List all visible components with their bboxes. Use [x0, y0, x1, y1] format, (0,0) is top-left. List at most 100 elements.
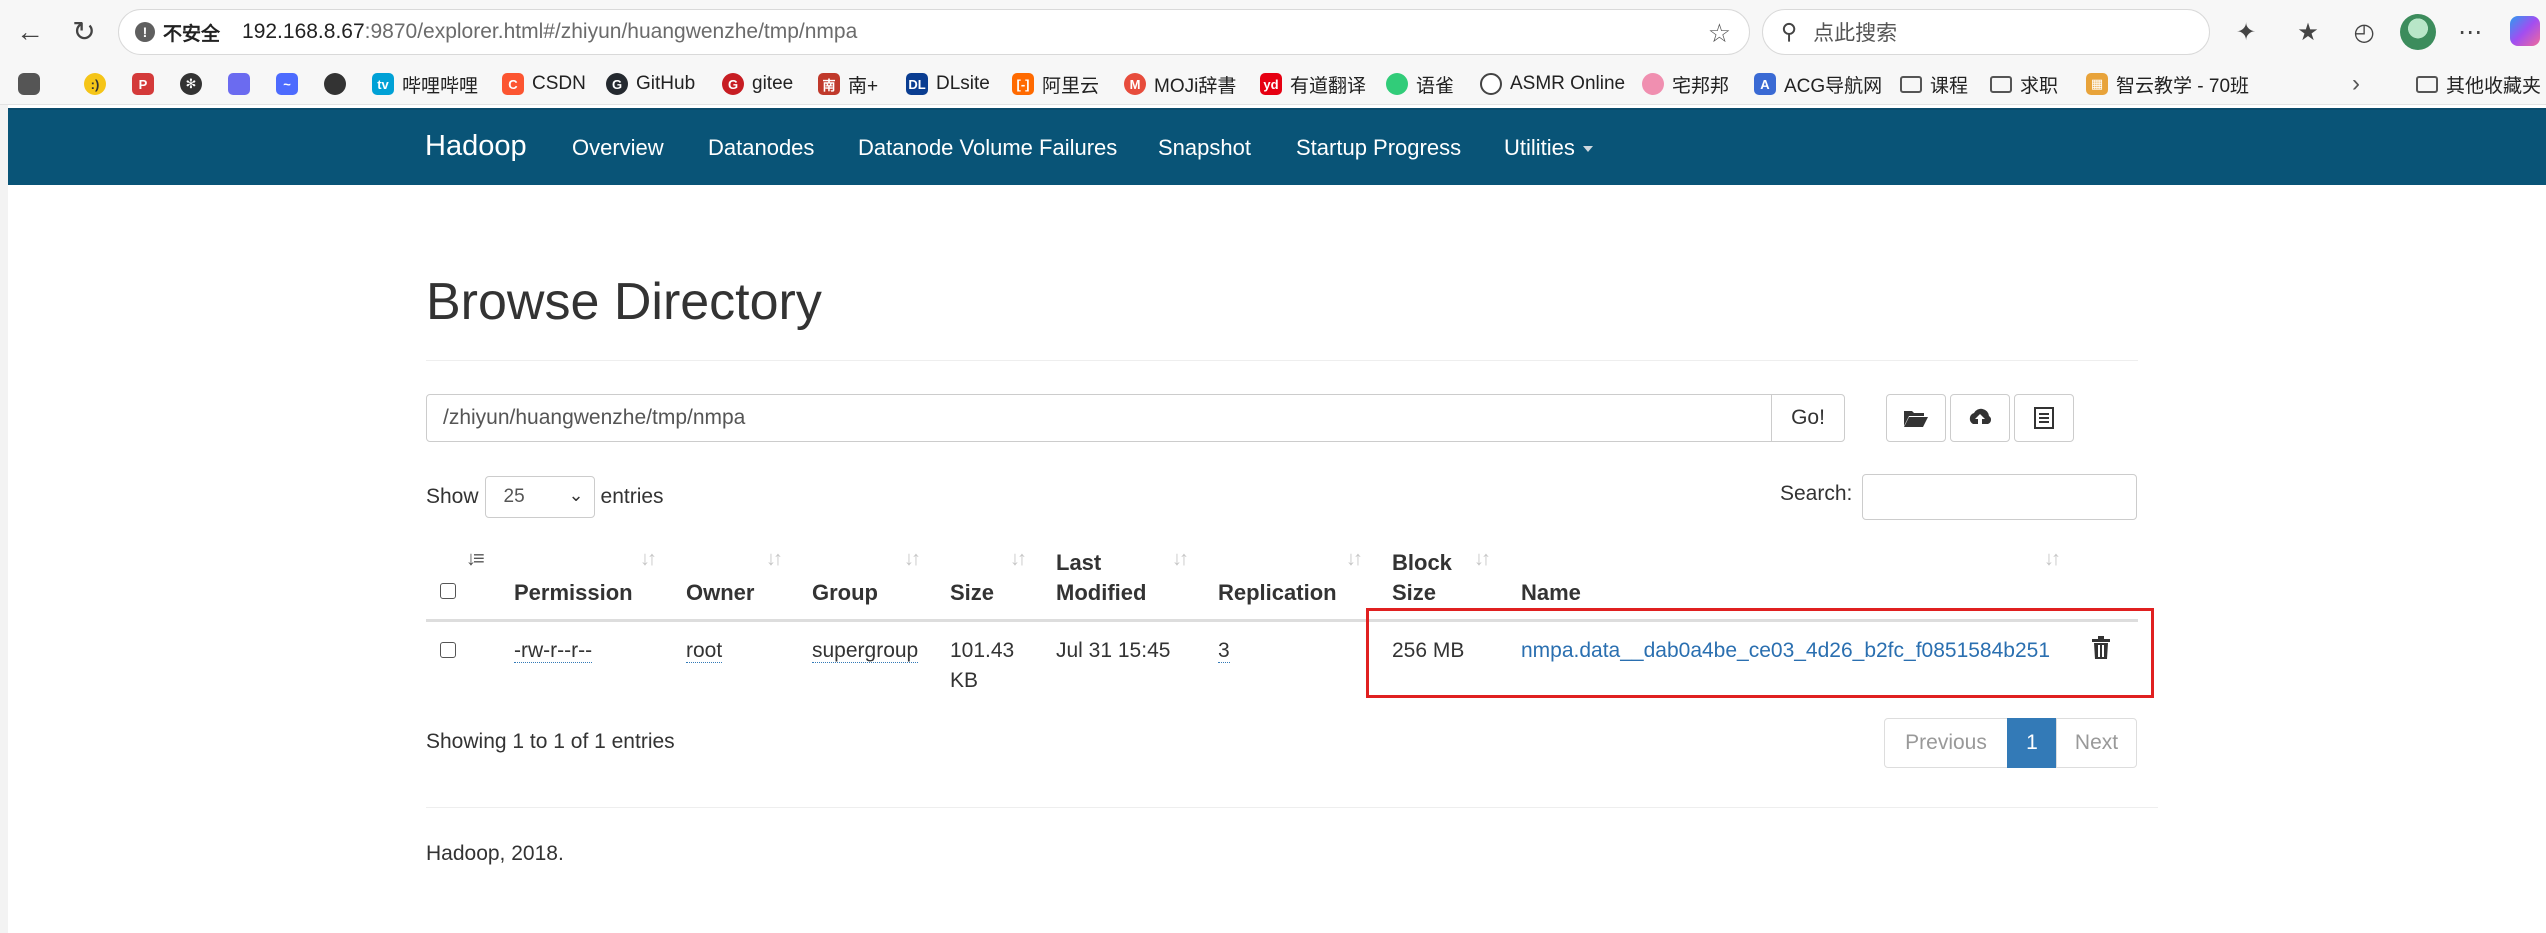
bookmark-folder-courses[interactable]: 课程 — [1900, 70, 1968, 98]
nav-datanodes[interactable]: Datanodes — [708, 135, 814, 161]
browser-search-input[interactable]: ⚲ 点此搜索 — [1762, 9, 2210, 55]
github-icon: G — [606, 73, 628, 95]
sort-icon[interactable]: ↓↑ — [1010, 548, 1027, 571]
page-length-select[interactable]: 25 ⌄ — [484, 476, 595, 518]
col-header-last-modified[interactable]: Last Modified — [1056, 548, 1156, 608]
navbar-brand[interactable]: Hadoop — [425, 130, 527, 163]
bookmark-csdn[interactable]: C CSDN — [502, 70, 586, 98]
cloud-upload-icon — [1969, 408, 1992, 426]
bookmark-youdao[interactable]: yd 有道翻译 — [1260, 70, 1366, 98]
table-search-label: Search: — [1780, 482, 1853, 505]
col-header-owner[interactable]: Owner — [686, 578, 754, 608]
highlight-box — [1366, 608, 2154, 698]
bookmarks-bar: :) P ✻ ~ tv 哔哩哔哩 C CSDN G GitHub Ggitee 南南+… — [0, 64, 2546, 105]
cell-replication[interactable]: 3 — [1218, 636, 1230, 666]
bookmark-zhaibangbang[interactable]: 宅邦邦 — [1642, 70, 1729, 98]
sort-icon[interactable]: ↓↑ — [2044, 548, 2061, 571]
bookmark-acg[interactable]: A ACG导航网 — [1754, 70, 1882, 98]
dropdown-caret-icon — [1582, 146, 1593, 153]
nav-snapshot[interactable]: Snapshot — [1158, 135, 1251, 161]
pagination-page-1[interactable]: 1 — [2007, 718, 2057, 768]
directory-path-input[interactable]: /zhiyun/huangwenzhe/tmp/nmpa — [426, 394, 1772, 442]
bookmark-gitee[interactable]: Ggitee — [722, 70, 793, 98]
more-menu-icon[interactable]: ⋯ — [2452, 14, 2488, 50]
cell-group[interactable]: supergroup — [812, 636, 919, 666]
bookmark-tab[interactable] — [18, 70, 48, 98]
sort-icon[interactable]: ↓↑ — [1346, 548, 1363, 571]
gitee-icon: G — [722, 73, 744, 95]
bookmark-zhiyun[interactable]: ▦ 智云教学 - 70班 — [2086, 70, 2249, 98]
sort-icon[interactable]: ↓↑ — [766, 548, 783, 571]
create-directory-button[interactable] — [1886, 394, 1946, 442]
address-bar[interactable]: ! 不安全 192.168.8.67:9870/explorer.html#/z… — [118, 9, 1750, 55]
col-header-permission[interactable]: Permission — [514, 578, 633, 608]
favorites-icon[interactable]: ★ — [2290, 14, 2326, 50]
col-header-block-size[interactable]: Block Size — [1392, 548, 1472, 608]
hadoop-navbar: Hadoop Overview Datanodes Datanode Volum… — [8, 108, 2546, 185]
bilibili-icon: tv — [372, 73, 394, 95]
warning-icon: ! — [135, 22, 155, 42]
nav-startup-progress[interactable]: Startup Progress — [1296, 135, 1461, 161]
row-select-checkbox[interactable] — [440, 642, 456, 658]
browser-toolbar: ← ↻ ! 不安全 192.168.8.67:9870/explorer.htm… — [0, 0, 2546, 65]
openai-icon: ✻ — [180, 73, 202, 95]
bookmark-asmr[interactable]: ASMR Online — [1480, 70, 1625, 98]
south-plus-icon: 南 — [818, 73, 840, 95]
zhaibangbang-icon — [1642, 73, 1664, 95]
extensions-icon[interactable]: ✦ — [2228, 14, 2264, 50]
page-left-edge — [0, 105, 8, 933]
bookmark-openai[interactable]: ✻ — [180, 70, 210, 98]
reload-icon[interactable]: ↻ — [64, 12, 104, 52]
favorite-star-icon[interactable]: ☆ — [1708, 18, 1731, 49]
bookmark-github-user[interactable] — [324, 70, 354, 98]
col-header-group[interactable]: Group — [812, 578, 878, 608]
moji-icon: M — [1124, 73, 1146, 95]
pagination-next[interactable]: Next — [2056, 718, 2137, 768]
history-icon[interactable]: ◴ — [2346, 14, 2382, 50]
bookmark-other-folder[interactable]: 其他收藏夹 — [2416, 70, 2541, 98]
cell-permission[interactable]: -rw-r--r-- — [514, 636, 593, 666]
bookmark-bilibili[interactable]: tv 哔哩哔哩 — [372, 70, 478, 98]
sort-icon[interactable]: ↓↑ — [1474, 548, 1491, 571]
table-search-input[interactable] — [1862, 474, 2137, 520]
sort-icon[interactable]: ↓↑ — [640, 548, 657, 571]
col-header-replication[interactable]: Replication — [1218, 578, 1337, 608]
sort-asc-icon[interactable]: ↓≡ — [466, 548, 485, 571]
bookmark-south-plus[interactable]: 南南+ — [818, 70, 878, 98]
bookmark-yuque[interactable]: 语雀 — [1386, 70, 1454, 98]
upload-files-button[interactable] — [1950, 394, 2010, 442]
go-button[interactable]: Go! — [1771, 394, 1845, 442]
nav-datanode-volume-failures[interactable]: Datanode Volume Failures — [858, 135, 1117, 161]
profile-avatar[interactable] — [2400, 14, 2436, 50]
show-label: Show — [426, 485, 479, 508]
bookmark-moji[interactable]: M MOJi辞書 — [1124, 70, 1236, 98]
nav-utilities[interactable]: Utilities — [1504, 135, 1593, 161]
bookmark-pixiv[interactable]: P — [132, 70, 162, 98]
copilot-small-icon — [228, 73, 250, 95]
bookmark-deepseek[interactable]: ~ — [276, 70, 306, 98]
bookmark-aliyun[interactable]: [-] 阿里云 — [1012, 70, 1099, 98]
col-header-size[interactable]: Size — [950, 578, 994, 608]
cell-owner[interactable]: root — [686, 636, 723, 666]
sort-icon[interactable]: ↓↑ — [904, 548, 921, 571]
folder-open-icon — [1904, 411, 1928, 427]
search-placeholder: 点此搜索 — [1813, 22, 1898, 45]
page-footer: Hadoop, 2018. — [426, 842, 564, 865]
copilot-icon[interactable] — [2510, 16, 2540, 46]
select-all-checkbox[interactable] — [440, 583, 456, 599]
bookmark-smiley[interactable]: :) — [84, 70, 114, 98]
back-icon[interactable]: ← — [10, 12, 50, 52]
bookmarks-overflow-icon[interactable]: › — [2352, 70, 2360, 98]
cut-paste-button[interactable] — [2014, 394, 2074, 442]
col-header-name[interactable]: Name — [1521, 578, 1581, 608]
folder-icon — [1990, 75, 2012, 93]
bookmark-dlsite[interactable]: DL DLsite — [906, 70, 990, 98]
bookmark-copilot[interactable] — [228, 70, 258, 98]
github-user-icon — [324, 73, 346, 95]
bookmark-github[interactable]: G GitHub — [606, 70, 695, 98]
nav-overview[interactable]: Overview — [572, 135, 664, 161]
yuque-icon — [1386, 73, 1408, 95]
bookmark-folder-jobs[interactable]: 求职 — [1990, 70, 2058, 98]
sort-icon[interactable]: ↓↑ — [1172, 548, 1189, 571]
pagination-previous[interactable]: Previous — [1884, 718, 2008, 768]
